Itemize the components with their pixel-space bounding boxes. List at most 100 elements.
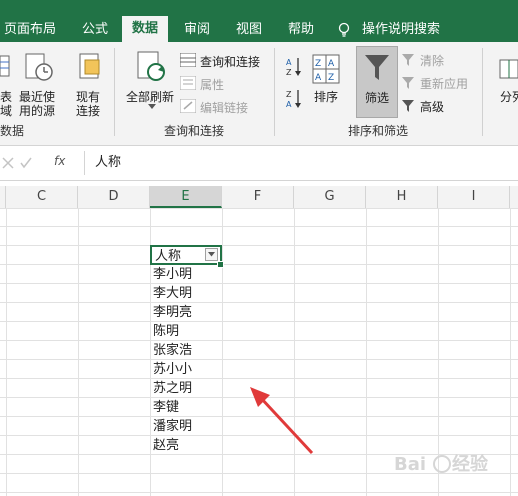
cancel-icon[interactable] — [2, 157, 14, 169]
sort-filter-group-label: 排序和筛选 — [348, 124, 409, 138]
existing-connections-label-2: 连接 — [76, 104, 101, 118]
gridline — [366, 208, 367, 496]
table-cell[interactable]: 苏之明 — [150, 379, 222, 398]
gridline — [0, 264, 518, 265]
group-separator — [482, 48, 483, 136]
gridline — [0, 492, 518, 493]
svg-text:A: A — [286, 58, 292, 67]
column-headers: C D E F G H I — [0, 186, 518, 209]
column-header-d[interactable]: D — [78, 186, 150, 208]
table-cell[interactable]: 张家浩 — [150, 341, 222, 360]
svg-text:A: A — [286, 100, 292, 109]
table-cell[interactable]: 赵亮 — [150, 436, 222, 455]
clear-filter-icon — [402, 54, 414, 66]
properties-button[interactable]: 属性 — [200, 76, 224, 93]
formula-bar: fx 人称 — [0, 146, 518, 181]
table-cell[interactable]: 李明亮 — [150, 303, 222, 322]
text-to-columns-label[interactable]: 分列 — [500, 88, 518, 105]
group-separator — [114, 48, 115, 136]
column-header-i[interactable]: I — [438, 186, 510, 208]
insert-function-button[interactable]: fx — [54, 154, 65, 168]
svg-text:Z: Z — [315, 59, 321, 69]
table-cell[interactable]: 李小明 — [150, 265, 222, 284]
refresh-all-icon[interactable] — [136, 50, 168, 84]
gridline — [6, 208, 7, 496]
svg-text:A: A — [315, 73, 322, 83]
table-cell[interactable]: 苏小小 — [150, 360, 222, 379]
gridline — [78, 208, 79, 496]
table-range-icon[interactable] — [0, 54, 10, 78]
tab-formulas[interactable]: 公式 — [71, 0, 119, 42]
ribbon-data: 表 域 最近使 用的源 现有 连接 数据 全部刷新 查询和连接 属性 编辑链接 … — [0, 42, 518, 146]
queries-connections-button[interactable]: 查询和连接 — [200, 53, 260, 70]
table-cell[interactable]: 李大明 — [150, 284, 222, 303]
gridline — [0, 245, 518, 246]
tab-page-layout[interactable]: 页面布局 — [0, 0, 60, 42]
column-header-f[interactable]: F — [222, 186, 294, 208]
svg-text:Z: Z — [286, 68, 292, 77]
gridline — [0, 321, 518, 322]
recent-sources-icon[interactable] — [24, 52, 54, 82]
sort-button[interactable]: 排序 — [314, 88, 338, 105]
gridline — [0, 340, 518, 341]
edit-links-icon — [180, 99, 196, 113]
tab-view[interactable]: 视图 — [228, 0, 270, 42]
refresh-all-label[interactable]: 全部刷新 — [126, 88, 174, 105]
ribbon-tab-bar: 页面布局 公式 数据 审阅 视图 帮助 操作说明搜索 — [0, 0, 518, 42]
filter-label: 筛选 — [365, 91, 390, 105]
gridline — [0, 226, 518, 227]
svg-text:Bai: Bai — [394, 454, 426, 475]
reapply-button[interactable]: 重新应用 — [420, 75, 468, 92]
svg-text:经验: 经验 — [452, 453, 489, 475]
queries-group-label: 查询和连接 — [164, 124, 225, 138]
filter-dropdown-button[interactable] — [205, 248, 218, 261]
group-separator — [274, 48, 275, 136]
reapply-icon — [402, 77, 414, 89]
funnel-icon — [365, 55, 389, 80]
red-arrow-annotation — [250, 387, 314, 455]
check-icon[interactable] — [20, 157, 32, 169]
gridline — [0, 208, 518, 209]
svg-text:Z: Z — [328, 73, 334, 83]
column-header-h[interactable]: H — [366, 186, 438, 208]
edit-links-button[interactable]: 编辑链接 — [200, 99, 248, 116]
sort-az-icon[interactable]: A Z — [286, 56, 302, 78]
from-table-label-2: 域 — [0, 104, 13, 118]
sort-za-icon[interactable]: Z A — [286, 88, 302, 110]
recent-sources-label-2: 用的源 — [19, 104, 56, 118]
svg-text:A: A — [328, 59, 335, 69]
lightbulb-icon — [338, 22, 350, 37]
formula-input[interactable]: 人称 — [84, 151, 518, 175]
clear-button[interactable]: 清除 — [420, 52, 444, 69]
selected-cell-header[interactable]: 人称 — [150, 245, 222, 265]
gridline — [0, 302, 518, 303]
tab-review[interactable]: 审阅 — [176, 0, 218, 42]
tab-data[interactable]: 数据 — [122, 16, 168, 42]
column-header-c[interactable]: C — [6, 186, 78, 208]
sort-dialog-icon[interactable]: Z A A Z — [312, 54, 340, 84]
watermark-logo: Bai 经验 — [394, 446, 518, 490]
column-header-e[interactable]: E — [150, 186, 222, 208]
svg-text:Z: Z — [286, 90, 292, 99]
column-header-g[interactable]: G — [294, 186, 366, 208]
properties-icon — [180, 76, 196, 90]
chevron-down-icon — [208, 252, 215, 257]
queries-connections-icon — [180, 53, 196, 67]
advanced-button[interactable]: 高级 — [420, 98, 444, 115]
gridline — [0, 283, 518, 284]
table-cell[interactable]: 潘家明 — [150, 417, 222, 436]
header-cell-text: 人称 — [155, 249, 182, 264]
filter-button[interactable]: 筛选 — [356, 46, 398, 118]
existing-connections-icon[interactable] — [78, 52, 102, 82]
formula-buttons: fx — [0, 151, 78, 175]
tab-help[interactable]: 帮助 — [280, 0, 322, 42]
table-cell[interactable]: 李键 — [150, 398, 222, 417]
chevron-down-icon[interactable] — [148, 104, 156, 110]
table-cell[interactable]: 陈明 — [150, 322, 222, 341]
gridline — [222, 208, 223, 496]
advanced-filter-icon — [402, 100, 414, 112]
gridline — [0, 378, 518, 379]
gridline — [0, 359, 518, 360]
tell-me-search[interactable]: 操作说明搜索 — [338, 0, 478, 42]
text-to-columns-icon[interactable] — [498, 58, 518, 80]
